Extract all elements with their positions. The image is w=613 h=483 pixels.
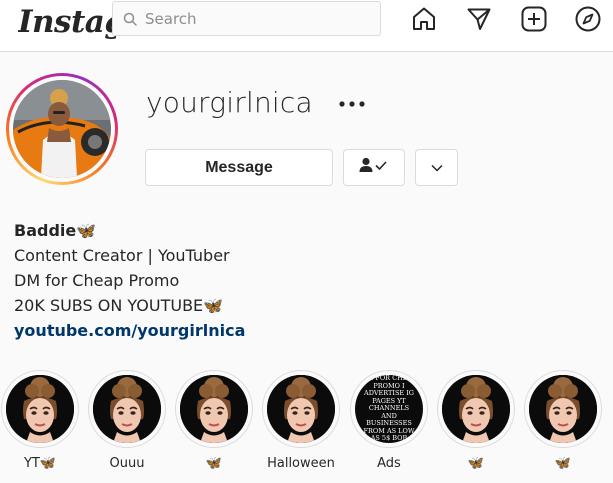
highlight-cover-ring: DM FOR CHEAP PROMO I ADVERTISE IG PAGES … xyxy=(350,370,428,448)
bio-line: Content Creator | YouTuber xyxy=(14,246,230,265)
highlight-cover-ring xyxy=(1,370,79,448)
highlight-cover-ring xyxy=(88,370,166,448)
story-highlight-item[interactable]: Ouuu xyxy=(88,370,166,471)
bio-line: DM for Cheap Promo xyxy=(14,271,180,290)
highlight-label: YT🦋 xyxy=(23,456,57,471)
story-highlight-item[interactable]: 🦋 xyxy=(175,370,253,471)
following-button[interactable] xyxy=(343,149,405,186)
story-highlights: YT🦋 Ouuu 🦋 Halloween DM FOR CHEAP PROMO … xyxy=(0,370,613,483)
highlight-cover-image xyxy=(267,375,335,443)
explore-icon[interactable] xyxy=(574,5,602,33)
bio-line: 20K SUBS ON YOUTUBE🦋 xyxy=(14,296,224,315)
profile-display-name: Baddie🦋 xyxy=(14,221,97,240)
story-highlight-item[interactable]: YT🦋 xyxy=(1,370,79,471)
top-nav-bar: Instagram xyxy=(0,0,613,52)
instagram-logo[interactable]: Instagram xyxy=(18,4,116,40)
following-user-check-icon xyxy=(359,157,389,178)
highlight-label: Halloween xyxy=(267,456,335,471)
story-highlight-item[interactable]: 🦋 xyxy=(524,370,602,471)
search-input[interactable] xyxy=(145,9,345,28)
highlight-cover-image xyxy=(6,375,74,443)
highlight-cover-ring xyxy=(262,370,340,448)
direct-icon[interactable] xyxy=(465,5,493,33)
highlight-cover-text: DM FOR CHEAP PROMO I ADVERTISE IG PAGES … xyxy=(361,375,417,443)
story-highlight-item[interactable]: DM FOR CHEAP PROMO I ADVERTISE IG PAGES … xyxy=(350,370,428,471)
story-highlight-item[interactable]: 🦋 xyxy=(437,370,515,471)
highlight-cover-ring xyxy=(437,370,515,448)
highlight-cover-ring xyxy=(524,370,602,448)
new-post-icon[interactable] xyxy=(520,5,548,33)
highlight-label: 🦋 xyxy=(205,456,223,471)
suggested-dropdown-button[interactable] xyxy=(415,149,458,186)
profile-bio: Baddie🦋 Content Creator | YouTuber DM fo… xyxy=(14,218,245,343)
highlight-cover-image xyxy=(529,375,597,443)
highlight-label: Ads xyxy=(377,456,401,471)
highlight-cover-image xyxy=(442,375,510,443)
search-box[interactable] xyxy=(112,1,381,36)
bio-link[interactable]: youtube.com/yourgirlnica xyxy=(14,318,245,343)
profile-avatar[interactable] xyxy=(6,73,118,185)
home-icon[interactable] xyxy=(410,5,438,33)
story-highlight-item[interactable]: Halloween xyxy=(262,370,340,471)
more-options-button[interactable] xyxy=(337,92,367,116)
highlight-label: 🦋 xyxy=(467,456,485,471)
chevron-down-icon xyxy=(430,159,443,177)
highlight-cover-ring xyxy=(175,370,253,448)
profile-username: yourgirlnica xyxy=(146,86,313,119)
highlight-cover-image xyxy=(93,375,161,443)
profile-photo xyxy=(13,80,111,178)
highlight-label: 🦋 xyxy=(554,456,572,471)
highlight-label: Ouuu xyxy=(109,456,145,471)
highlight-cover-image: DM FOR CHEAP PROMO I ADVERTISE IG PAGES … xyxy=(355,375,423,443)
highlight-cover-image xyxy=(180,375,248,443)
message-button[interactable]: Message xyxy=(145,149,333,186)
search-icon xyxy=(123,12,137,26)
more-options-icon xyxy=(339,101,365,107)
